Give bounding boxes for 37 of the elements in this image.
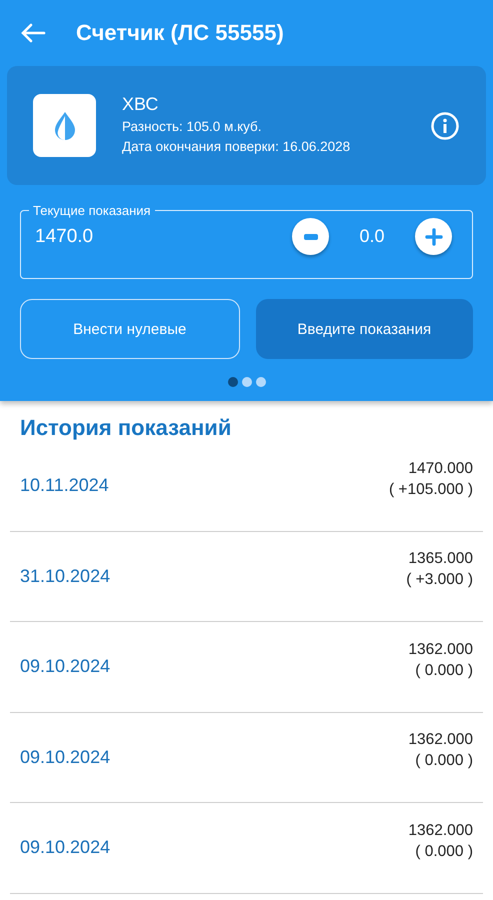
plus-icon [424,228,442,246]
info-icon [430,110,460,140]
reading-change: ( 0.000 ) [415,842,473,862]
info-button[interactable] [430,110,460,140]
reading-date: 31.10.2024 [20,566,110,587]
reading-change: ( +105.000 ) [388,480,473,500]
reading-change: ( 0.000 ) [415,751,473,772]
verification-date: Дата окончания поверки: 16.06.2028 [122,138,352,156]
reading-date: 10.11.2024 [20,475,109,496]
current-reading-field[interactable]: Текущие показания 1470.0 0.0 [20,203,473,279]
screen-title: Счетчик (ЛС 55555) [76,20,284,46]
enter-readings-button[interactable]: Введите показания [256,299,473,359]
meter-difference: Разность: 105.0 м.куб. [122,118,263,136]
reading-value: 1470.0 [35,226,94,248]
increase-button[interactable] [415,218,452,255]
reading-total: 1365.000 [408,549,473,570]
pager-dot[interactable] [242,377,252,387]
back-button[interactable] [20,22,46,44]
minus-icon [304,234,318,240]
meter-name: ХВС [122,94,160,115]
reading-change: ( 0.000 ) [415,660,473,681]
pager-dot[interactable] [256,377,266,387]
reading-date: 09.10.2024 [20,656,110,678]
field-label: Текущие показания [32,203,152,218]
reading-change: ( +3.000 ) [406,570,473,590]
reading-total: 1362.000 [408,730,473,750]
back-arrow-icon [20,22,46,44]
reading-total: 1470.000 [408,458,473,479]
reading-date: 09.10.2024 [20,837,110,858]
reading-date: 09.10.2024 [20,746,110,768]
zero-readings-button[interactable]: Внести нулевые [20,299,240,359]
decrease-button[interactable] [292,218,329,255]
pager-dot[interactable] [228,377,238,387]
delta-value: 0.0 [358,226,386,247]
history-title: История показаний [20,415,232,441]
reading-total: 1362.000 [408,640,473,660]
reading-total: 1362.000 [408,820,473,841]
